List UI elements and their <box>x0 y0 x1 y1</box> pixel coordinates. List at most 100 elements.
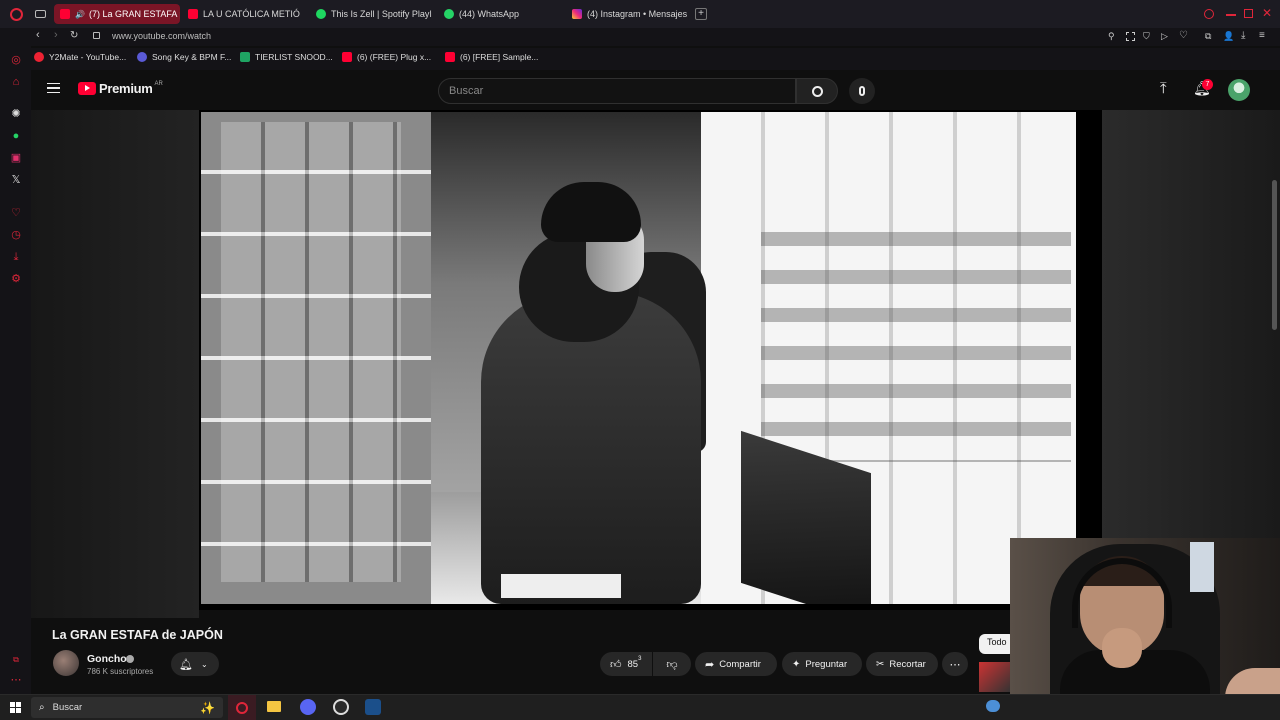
close-button[interactable]: ✕ <box>1262 6 1272 20</box>
scrollbar[interactable] <box>1272 180 1277 330</box>
shield-icon[interactable]: ⛉ <box>1143 31 1150 42</box>
bookmark-y2mate[interactable]: Y2Mate - YouTube... <box>34 52 126 62</box>
search-tabs-icon[interactable] <box>1204 9 1214 19</box>
tab-youtube-gran-estafa[interactable]: 🔊 (7) La GRAN ESTAFA p <box>54 4 180 24</box>
bookmark-label: TIERLIST SNOOD... <box>255 52 333 62</box>
lock-icon <box>93 32 100 39</box>
play-icon[interactable]: ▷ <box>1161 31 1168 42</box>
bookmark-label: (6) (FREE) Plug x... <box>357 52 432 62</box>
more-icon: ⋯ <box>949 658 961 671</box>
avatar[interactable] <box>1228 79 1250 101</box>
bell-icon: 🔔︎ <box>179 658 193 671</box>
video-title: La GRAN ESTAFA de JAPÓN <box>52 628 223 642</box>
voice-search-button[interactable] <box>849 78 875 104</box>
tab-label: (44) WhatsApp <box>459 9 520 19</box>
minimize-button[interactable] <box>1226 14 1236 16</box>
bookmark-free-plug[interactable]: (6) (FREE) Plug x... <box>342 52 431 62</box>
heart-icon[interactable]: ♡ <box>1179 30 1188 41</box>
tab-label: (4) Instagram • Mensajes <box>587 9 688 19</box>
tab-instagram[interactable]: (4) Instagram • Mensajes <box>566 4 690 24</box>
claw-prizes <box>761 232 1071 462</box>
channel-avatar[interactable] <box>53 650 79 676</box>
related-thumbnail[interactable] <box>979 662 1011 692</box>
clip-button[interactable]: ✂ Recortar <box>866 652 938 676</box>
x-icon[interactable]: 𝕏 <box>10 174 22 186</box>
y2mate-icon <box>34 52 44 62</box>
tray-weather-icon[interactable] <box>986 700 1000 712</box>
extensions-icon[interactable]: ⧉ <box>1205 31 1211 42</box>
more-icon[interactable]: ⋯ <box>10 674 22 686</box>
obs-icon[interactable] <box>333 699 349 715</box>
download-icon[interactable]: ⤓ <box>1241 30 1245 41</box>
monitor-glow <box>1190 542 1214 592</box>
opera-sidebar: ◎ ⌂ ✺ ● ▣ 𝕏 ♡ ◷ ⤓ ⚙ ⧉ ⋯ <box>0 46 31 694</box>
chatgpt-icon[interactable]: ✺ <box>10 108 22 120</box>
whatsapp-icon <box>444 9 454 19</box>
youtube-icon <box>445 52 455 62</box>
bookmark-label: Y2Mate - YouTube... <box>49 52 127 62</box>
discord-icon[interactable] <box>300 699 316 715</box>
share-label: Compartir <box>719 658 761 670</box>
search-button[interactable] <box>796 78 838 104</box>
download-icon[interactable]: ⤓ <box>10 251 22 263</box>
opera-taskbar-icon[interactable] <box>228 695 256 720</box>
bookmark-song-key[interactable]: Song Key & BPM F... <box>137 52 231 62</box>
like-count-superscript: 3 <box>638 656 642 662</box>
heart-icon[interactable]: ♡ <box>10 207 22 219</box>
file-explorer-icon[interactable] <box>267 701 281 712</box>
channel-name[interactable]: Goncho <box>87 653 127 665</box>
shirt-hem <box>501 574 621 598</box>
chevron-down-icon: ⌄ <box>200 659 208 669</box>
subscription-bell-button[interactable]: 🔔︎ ⌄ <box>171 652 219 676</box>
video-frame[interactable] <box>201 112 1076 604</box>
share-button[interactable]: ➦ Compartir <box>695 652 777 676</box>
bookmarks-bar: Y2Mate - YouTube... Song Key & BPM F... … <box>0 48 1280 70</box>
bookmark-free-sample[interactable]: (6) [FREE] Sample... <box>445 52 538 62</box>
upload-icon[interactable]: ⤒ <box>1160 80 1167 97</box>
speaker-icon: 🔊 <box>75 9 85 19</box>
spotify-icon <box>316 9 326 19</box>
back-icon[interactable]: ‹ <box>36 29 40 41</box>
profile-icon[interactable]: 👤 <box>1223 31 1234 42</box>
history-icon[interactable]: ◷ <box>10 229 22 241</box>
like-count: 85 <box>627 658 639 670</box>
tab-youtube-catolica[interactable]: LA U CATÓLICA METIÓ M <box>182 4 302 24</box>
search-input[interactable]: Buscar <box>438 78 796 104</box>
settings-icon[interactable]: ⚙ <box>10 273 22 285</box>
tab-spotify[interactable]: This Is Zell | Spotify Playli <box>310 4 432 24</box>
dislike-button[interactable]: 👎︎ <box>653 652 691 676</box>
opera-logo-icon[interactable] <box>10 8 23 21</box>
bookmark-tierlist[interactable]: TIERLIST SNOOD... <box>240 52 333 62</box>
tab-label: This Is Zell | Spotify Playli <box>331 9 432 19</box>
aria-icon[interactable]: ◎ <box>10 54 22 66</box>
scissors-icon: ✂ <box>876 658 885 670</box>
more-actions-button[interactable]: ⋯ <box>942 652 968 676</box>
new-tab-button[interactable]: + <box>695 8 707 20</box>
hamburger-menu-icon[interactable] <box>47 83 60 93</box>
ambient-left <box>31 110 199 618</box>
ask-button[interactable]: ✦ Preguntar <box>782 652 862 676</box>
whatsapp-icon[interactable]: ● <box>10 130 22 142</box>
video-player[interactable] <box>199 110 1102 610</box>
like-button[interactable]: 👍︎ 85 3 <box>600 652 652 676</box>
tab-whatsapp[interactable]: (44) WhatsApp <box>438 4 558 24</box>
url-field[interactable]: www.youtube.com/watch <box>112 31 211 41</box>
youtube-logo[interactable]: Premium AR <box>78 81 163 96</box>
menu-icon[interactable]: ≡ <box>1259 30 1265 41</box>
steam-icon[interactable] <box>365 699 381 715</box>
instagram-icon[interactable]: ▣ <box>10 152 22 164</box>
reload-icon[interactable]: ↻ <box>70 30 78 41</box>
extensions-icon[interactable]: ⧉ <box>10 654 22 666</box>
taskbar-search[interactable]: ⌕ Buscar ✨ <box>31 697 223 718</box>
maximize-button[interactable] <box>1244 9 1253 18</box>
snapshot-icon[interactable] <box>1126 32 1135 41</box>
pin-icon[interactable]: ⚲ <box>1108 31 1115 42</box>
forward-icon[interactable]: › <box>54 29 58 41</box>
tab-overview-icon[interactable] <box>35 10 46 18</box>
streamer-hand <box>1102 628 1142 668</box>
thumbs-down-icon: 👎︎ <box>666 658 678 671</box>
tab-label: LA U CATÓLICA METIÓ M <box>203 9 302 19</box>
ai-icon[interactable]: ⌂ <box>10 76 22 88</box>
verified-icon <box>126 655 134 663</box>
windows-start-icon[interactable] <box>10 702 21 713</box>
